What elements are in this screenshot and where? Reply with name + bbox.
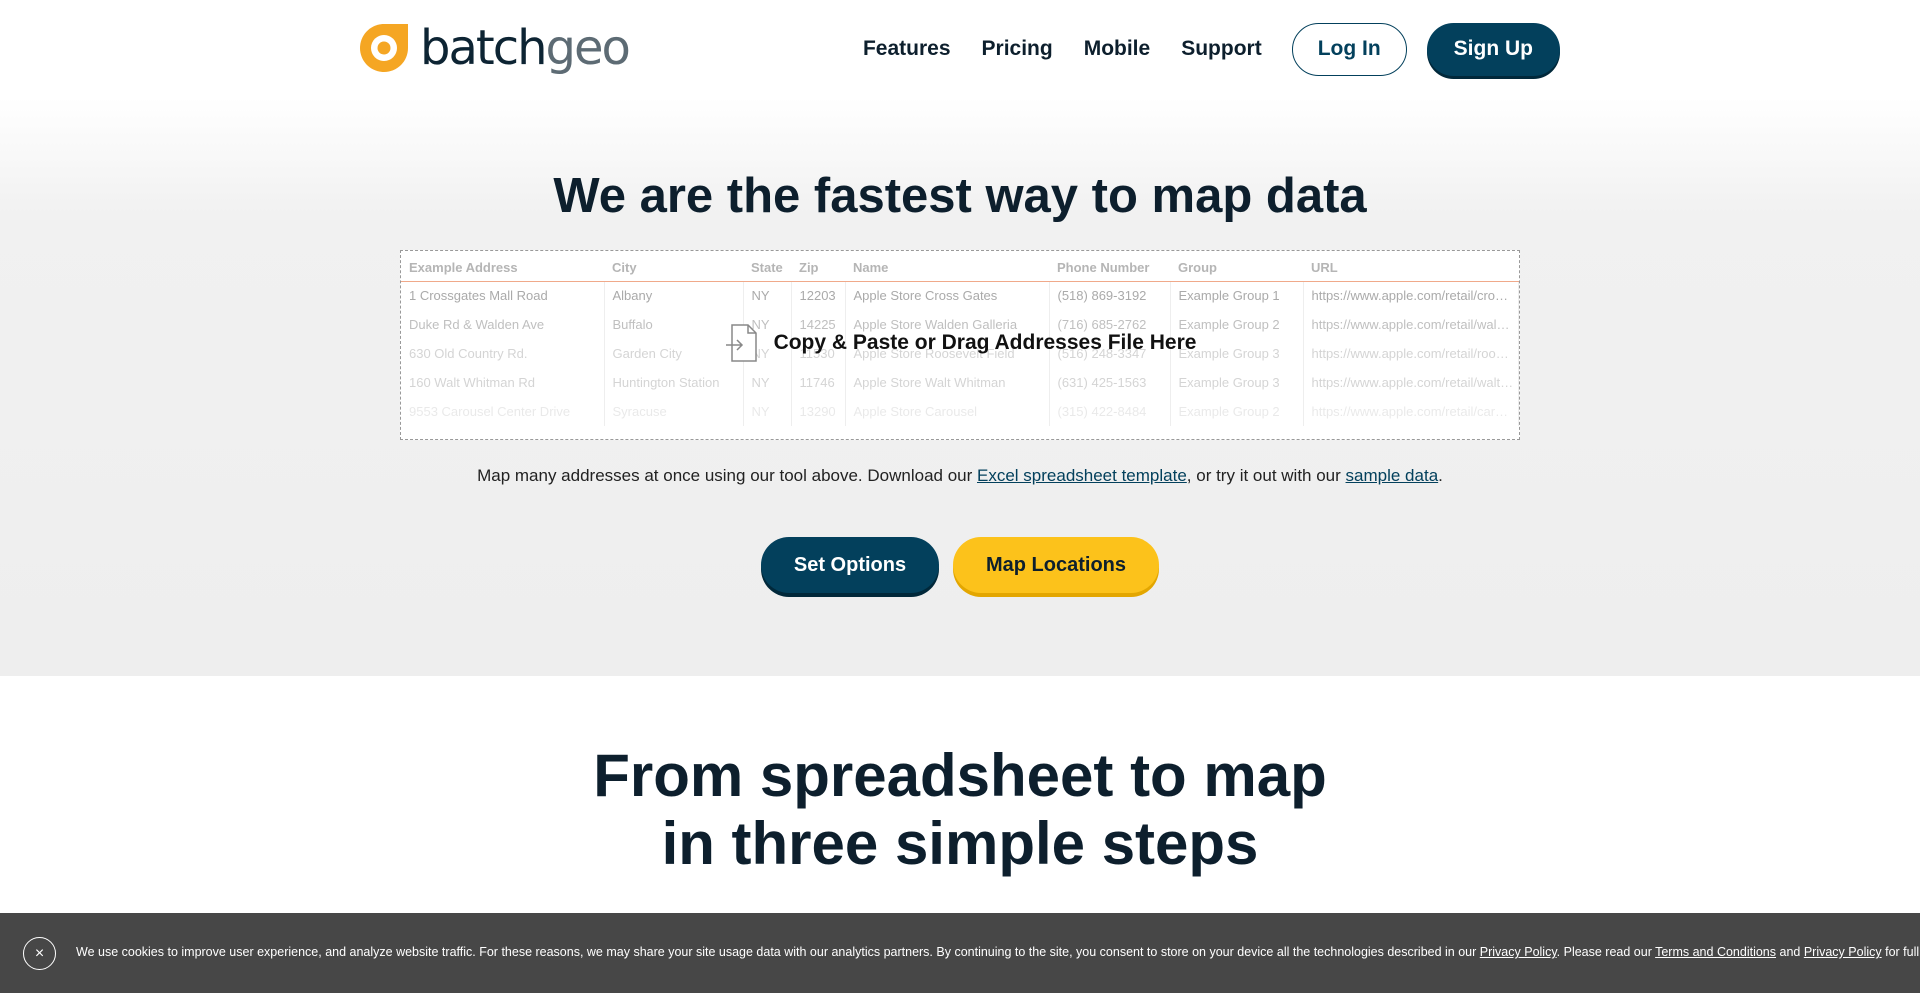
steps-title: From spreadsheet to map in three simple … — [0, 742, 1920, 878]
nav-pricing[interactable]: Pricing — [982, 37, 1053, 61]
grid-cell: Example Group 3 — [1170, 368, 1304, 397]
grid-cell: NY — [743, 368, 792, 397]
grid-cell: NY — [743, 281, 792, 310]
cookie-text-part: and — [1776, 945, 1804, 959]
nav-support[interactable]: Support — [1181, 37, 1261, 61]
login-button[interactable]: Log In — [1291, 22, 1407, 76]
grid-cell: 11746 — [791, 368, 846, 397]
grid-cell: 12203 — [791, 281, 846, 310]
cookie-text-part: for full details. — [1885, 945, 1920, 959]
map-locations-button[interactable]: Map Locations — [953, 537, 1159, 593]
helper-prefix: Map many addresses at once using our too… — [477, 466, 977, 485]
grid-cell: Apple Store Cross Gates — [845, 281, 1050, 310]
grid-row: 9553 Carousel Center Drive Syracuse NY 1… — [401, 397, 1519, 426]
helper-middle: , or try it out with our — [1186, 466, 1346, 485]
privacy-policy-link[interactable]: Privacy Policy — [1480, 945, 1557, 959]
grid-cell: 160 Walt Whitman Rd — [401, 368, 605, 397]
grid-header-cell: Group — [1170, 251, 1303, 282]
site-header: batchgeo Features Pricing Mobile Support… — [0, 0, 1920, 98]
grid-header-row: Example Address City State Zip Name Phon… — [401, 251, 1519, 282]
hero-section: We are the fastest way to map data Examp… — [0, 98, 1920, 676]
main-nav: Features Pricing Mobile Support Log In S… — [863, 22, 1560, 76]
logo-text-secondary: geo — [545, 20, 631, 76]
logo-wordmark: batchgeo — [420, 24, 631, 72]
grid-cell: (518) 869-3192 — [1049, 281, 1171, 310]
dropzone-overlay: Copy & Paste or Drag Addresses File Here — [401, 323, 1519, 363]
grid-cell: Huntington Station — [604, 368, 744, 397]
terms-link[interactable]: Terms and Conditions — [1655, 945, 1776, 959]
grid-cell: Albany — [604, 281, 744, 310]
grid-cell: 13290 — [791, 397, 846, 426]
sample-data-link[interactable]: sample data — [1346, 466, 1439, 485]
grid-cell: (315) 422-8484 — [1049, 397, 1171, 426]
hero-title: We are the fastest way to map data — [553, 169, 1367, 223]
grid-cell: Example Group 1 — [1170, 281, 1304, 310]
excel-template-link[interactable]: Excel spreadsheet template — [977, 466, 1187, 485]
cookie-text-part: We use cookies to improve user experienc… — [76, 945, 1480, 959]
cookie-banner: × We use cookies to improve user experie… — [0, 913, 1920, 993]
dropzone-label: Copy & Paste or Drag Addresses File Here — [773, 331, 1197, 354]
logo-mark-icon — [360, 24, 408, 72]
logo-text-primary: batch — [420, 20, 548, 76]
cookie-text-part: . Please read our — [1556, 945, 1656, 959]
address-dropzone[interactable]: Example Address City State Zip Name Phon… — [400, 250, 1520, 440]
grid-cell: 9553 Carousel Center Drive — [401, 397, 605, 426]
cookie-text: We use cookies to improve user experienc… — [76, 945, 1920, 959]
close-icon[interactable]: × — [23, 937, 56, 970]
grid-header-cell: Name — [845, 251, 1049, 282]
grid-row: 160 Walt Whitman Rd Huntington Station N… — [401, 368, 1519, 397]
hero-actions: Set Options Map Locations — [0, 537, 1920, 593]
grid-cell: Example Group 2 — [1170, 397, 1304, 426]
grid-header-cell: URL — [1303, 251, 1519, 282]
grid-cell: (631) 425-1563 — [1049, 368, 1171, 397]
grid-cell: https://www.apple.com/retail/crossgates — [1303, 281, 1519, 310]
grid-header-cell: State — [743, 251, 791, 282]
grid-row: 1 Crossgates Mall Road Albany NY 12203 A… — [401, 281, 1519, 310]
nav-mobile[interactable]: Mobile — [1084, 37, 1151, 61]
grid-header-cell: City — [604, 251, 743, 282]
grid-header-cell: Example Address — [401, 251, 604, 282]
steps-title-line2: in three simple steps — [661, 810, 1259, 877]
grid-cell: NY — [743, 397, 792, 426]
privacy-policy-link-2[interactable]: Privacy Policy — [1804, 945, 1882, 959]
grid-cell: Apple Store Walt Whitman — [845, 368, 1050, 397]
grid-header-cell: Phone Number — [1049, 251, 1170, 282]
file-upload-icon — [725, 324, 757, 362]
grid-cell: 1 Crossgates Mall Road — [401, 281, 605, 310]
batchgeo-logo[interactable]: batchgeo — [358, 20, 631, 76]
signup-button[interactable]: Sign Up — [1426, 22, 1560, 76]
grid-header-cell: Zip — [791, 251, 845, 282]
set-options-button[interactable]: Set Options — [761, 537, 939, 593]
grid-cell: https://www.apple.com/retail/waltwhitman — [1303, 368, 1519, 397]
grid-cell: Syracuse — [604, 397, 744, 426]
helper-suffix: . — [1438, 466, 1443, 485]
grid-cell: Apple Store Carousel — [845, 397, 1050, 426]
steps-title-line1: From spreadsheet to map — [593, 742, 1327, 809]
grid-cell: https://www.apple.com/retail/carousel — [1303, 397, 1519, 426]
helper-text: Map many addresses at once using our too… — [0, 466, 1920, 486]
nav-features[interactable]: Features — [863, 37, 951, 61]
